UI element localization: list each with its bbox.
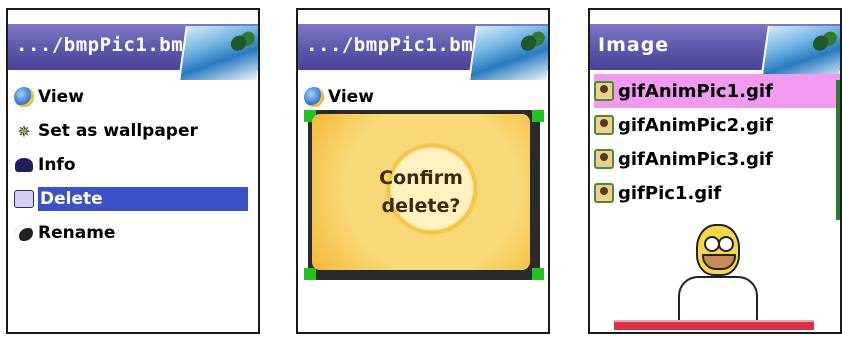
menu-item-label: View [38, 87, 84, 107]
image-thumbnail [468, 26, 548, 80]
character-body [678, 276, 758, 326]
palm-tree-icon [226, 30, 258, 52]
title-bar: Image [590, 24, 840, 80]
phone-screen-confirm-dialog: .../bmpPic1.bmp View Confirm delete? [296, 8, 550, 334]
title-text: .../bmpPic1.bmp [306, 34, 486, 56]
image-file-icon [594, 183, 614, 203]
menu-item-delete[interactable]: Delete [14, 182, 248, 216]
image-file-icon [594, 115, 614, 135]
menu-item-view[interactable]: View [304, 80, 374, 114]
options-menu: View ✵ Set as wallpaper Info Delete Rena… [14, 80, 248, 250]
bottom-bar [614, 320, 814, 330]
eye [718, 236, 734, 252]
character-head [696, 224, 740, 276]
info-icon [15, 158, 33, 172]
globe-icon [14, 87, 34, 107]
menu-item-set-as-wallpaper[interactable]: ✵ Set as wallpaper [14, 114, 248, 148]
file-name: gifAnimPic2.gif [618, 114, 773, 136]
dialog-panel: Confirm delete? [312, 114, 530, 270]
file-item[interactable]: gifAnimPic2.gif [594, 108, 840, 142]
phone-screen-image-list: Image gifAnimPic1.gif gifAnimPic2.gif gi… [588, 8, 842, 334]
image-thumbnail [178, 26, 258, 80]
dialog-corner [304, 268, 316, 280]
globe-icon [304, 87, 324, 107]
menu-item-info[interactable]: Info [14, 148, 248, 182]
preview-image [666, 224, 762, 332]
file-item[interactable]: gifAnimPic3.gif [594, 142, 840, 176]
delete-icon [14, 190, 34, 208]
file-name: gifAnimPic1.gif [618, 80, 773, 102]
title-text: Image [598, 34, 670, 56]
menu-item-label: Set as wallpaper [38, 121, 198, 141]
palm-tree-icon [516, 30, 548, 52]
title-text: .../bmpPic1.bmp [16, 34, 196, 56]
file-item[interactable]: gifAnimPic1.gif [594, 74, 840, 108]
file-name: gifAnimPic3.gif [618, 148, 773, 170]
menu-item-label: Rename [38, 223, 116, 243]
wallpaper-icon: ✵ [17, 121, 31, 141]
rename-icon [15, 225, 33, 241]
options-menu: View [304, 80, 374, 114]
dialog-message: Confirm delete? [312, 164, 530, 220]
menu-item-view[interactable]: View [14, 80, 248, 114]
menu-item-label: Info [38, 155, 76, 175]
dialog-line-2: delete? [381, 195, 461, 217]
file-item[interactable]: gifPic1.gif [594, 176, 840, 210]
title-bar: .../bmpPic1.bmp [8, 24, 258, 80]
file-list: gifAnimPic1.gif gifAnimPic2.gif gifAnimP… [594, 74, 840, 210]
menu-item-label: View [328, 87, 374, 107]
mouth [702, 254, 736, 270]
menu-item-rename[interactable]: Rename [14, 216, 248, 250]
phone-screen-options-menu: .../bmpPic1.bmp View ✵ Set as wallpaper … [6, 8, 260, 334]
file-name: gifPic1.gif [618, 182, 722, 204]
title-bar: .../bmpPic1.bmp [298, 24, 548, 80]
confirm-delete-dialog[interactable]: Confirm delete? [304, 110, 544, 280]
dialog-line-1: Confirm [379, 167, 463, 189]
scrollbar[interactable] [836, 80, 840, 220]
dialog-corner [532, 110, 544, 122]
image-file-icon [594, 149, 614, 169]
menu-item-label: Delete [38, 187, 248, 211]
image-file-icon [594, 81, 614, 101]
palm-tree-icon [808, 30, 840, 52]
dialog-corner [532, 268, 544, 280]
image-thumbnail [760, 26, 840, 80]
